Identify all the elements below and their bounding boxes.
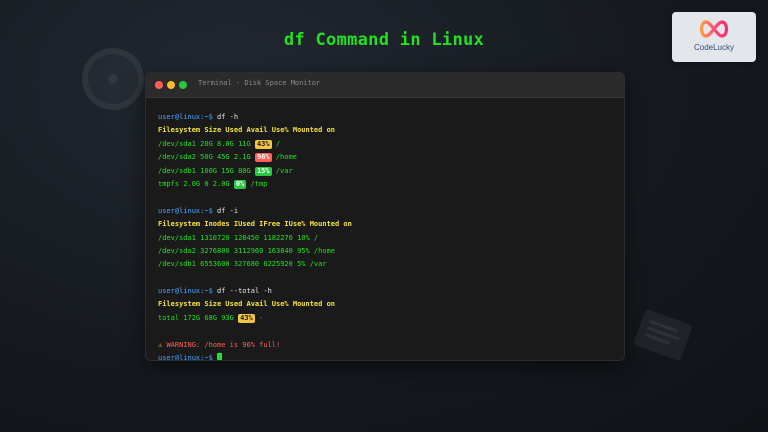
row-values: /dev/sdb1 100G 15G 80G [158, 166, 251, 175]
usage-badge: 43% [238, 313, 255, 323]
terminal-titlebar[interactable]: Terminal - Disk Space Monitor [146, 73, 624, 98]
output-row: /dev/sda1 20G 8.0G 11G 43% / [158, 138, 616, 151]
prompt: user@linux:~$ [158, 206, 213, 215]
row-values: /dev/sda1 20G 8.0G 11G [158, 139, 251, 148]
prompt: user@linux:~$ [158, 354, 213, 361]
usage-badge: 15% [254, 166, 272, 176]
usage-badge: 96% [254, 153, 272, 163]
text-cursor [217, 353, 223, 360]
output-row: /dev/sda2 50G 45G 2.1G 96% /home [158, 151, 616, 164]
mount-point: / [275, 139, 281, 148]
row-values: /dev/sda2 50G 45G 2.1G [158, 153, 251, 162]
usage-badge: 0% [233, 179, 247, 189]
command-text: df -h [217, 113, 239, 121]
output-row: /dev/sda1 1310720 128450 1182270 10% / [158, 233, 319, 242]
mount-point: /var [275, 166, 293, 175]
mount-point: - [258, 313, 264, 322]
output-row: /dev/sdb1 100G 15G 80G 15% /var [158, 165, 616, 178]
minimize-window-button[interactable] [167, 81, 175, 89]
mount-point: /home [275, 153, 297, 162]
warning-line: ⚠ WARNING: /home is 96% full! [158, 339, 616, 352]
usage-badge: 43% [254, 139, 272, 149]
close-window-button[interactable] [155, 81, 163, 89]
output-row: /dev/sdb1 6553600 327680 6225920 5% /var [158, 260, 327, 269]
command-text: df -i [217, 206, 239, 215]
logo-text: CodeLucky [693, 43, 735, 52]
prompt: user@linux:~$ [158, 113, 213, 121]
output-row: total 172G 68G 93G 43% - [158, 312, 616, 325]
warning-triangle-icon: ⚠ [158, 340, 163, 349]
command-text: df --total -h [217, 287, 272, 296]
output-header: Filesystem Inodes IUsed IFree IUse% Moun… [158, 220, 352, 229]
output-header: Filesystem Size Used Avail Use% Mounted … [158, 126, 336, 135]
codelucky-logo: CodeLucky [672, 12, 756, 62]
command-line: user@linux:~$ df --total -h [158, 285, 616, 298]
infinity-logo-icon [699, 20, 729, 38]
row-values: total 172G 68G 93G [158, 313, 234, 322]
command-line: user@linux:~$ df -i [158, 205, 616, 218]
command-line: user@linux:~$ df -h [158, 111, 616, 124]
decorative-disc-icon [82, 48, 144, 110]
terminal-window[interactable]: Terminal - Disk Space Monitor user@linux… [145, 72, 625, 361]
mount-point: /tmp [250, 179, 268, 188]
active-prompt-line[interactable]: user@linux:~$ [158, 352, 616, 361]
terminal-output[interactable]: user@linux:~$ df -h Filesystem Size Used… [158, 111, 616, 361]
maximize-window-button[interactable] [179, 81, 187, 89]
prompt: user@linux:~$ [158, 287, 213, 296]
page-title: df Command in Linux [283, 30, 485, 50]
row-values: tmpfs 2.0G 0 2.0G [158, 179, 230, 188]
output-header: Filesystem Size Used Avail Use% Mounted … [158, 300, 336, 309]
output-row: tmpfs 2.0G 0 2.0G 0% /tmp [158, 178, 616, 191]
terminal-window-title: Terminal - Disk Space Monitor [198, 79, 321, 87]
warning-text: WARNING: /home is 96% full! [166, 340, 281, 349]
output-row: /dev/sda2 3276800 3112960 163840 95% /ho… [158, 246, 336, 255]
decorative-document-icon [633, 308, 693, 362]
